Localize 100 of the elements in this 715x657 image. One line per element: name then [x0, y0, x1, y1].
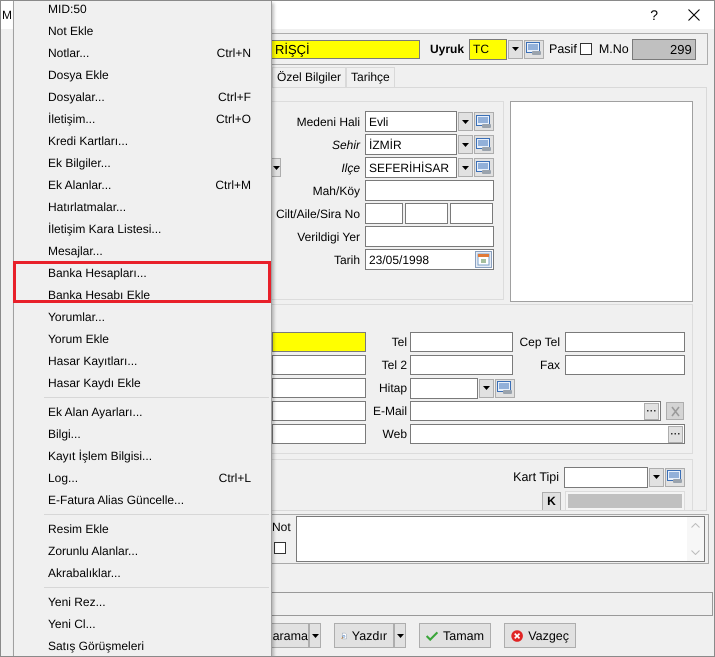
lookup-button[interactable]	[495, 378, 515, 398]
dropdown-button[interactable]	[479, 378, 494, 398]
text-field[interactable]	[365, 180, 494, 201]
menu-item[interactable]: Banka Hesabı Ekle	[14, 284, 271, 306]
text-field[interactable]	[272, 401, 366, 421]
lookup-button[interactable]	[474, 112, 494, 131]
field-label: Kart Tipi	[513, 470, 559, 484]
text-field[interactable]	[405, 203, 448, 224]
print-button[interactable]: Yazdır	[334, 623, 394, 648]
caret-icon	[312, 634, 318, 638]
menu-item[interactable]: Ek Bilgiler...	[14, 152, 271, 174]
caret-icon	[272, 166, 280, 170]
menu-item[interactable]: Yeni Rez...	[14, 591, 271, 613]
note-area[interactable]	[296, 516, 705, 562]
dropdown-button[interactable]	[508, 40, 524, 58]
menu-item[interactable]: Kayıt İşlem Bilgisi...	[14, 445, 271, 467]
calendar-icon[interactable]	[475, 251, 492, 268]
menu-item[interactable]: Hasar Kayıtları...	[14, 350, 271, 372]
date-field[interactable]: 23/05/1998	[365, 249, 494, 270]
text-field[interactable]	[272, 332, 366, 352]
lookup-button[interactable]	[474, 158, 494, 177]
menu-item[interactable]: Ek Alan Ayarları...	[14, 401, 271, 423]
menu-item[interactable]: Banka Hesapları...	[14, 262, 271, 284]
text-field[interactable]	[565, 355, 685, 375]
field-label: Pasif	[549, 42, 577, 56]
email-field[interactable]	[410, 401, 661, 421]
menu-item[interactable]: Bilgi...	[14, 423, 271, 445]
key-button[interactable]: K	[542, 492, 561, 510]
menu-item[interactable]: Yorumlar...	[14, 306, 271, 328]
menu-item[interactable]: Kredi Kartları...	[14, 130, 271, 152]
dropdown-button[interactable]	[458, 135, 473, 154]
tab[interactable]: Özel Bilgiler	[272, 67, 346, 87]
caret-icon	[396, 634, 404, 638]
field-label: Tarih	[334, 252, 360, 266]
window-title: M	[2, 8, 12, 22]
menu-item[interactable]: E-Fatura Alias Güncelle...	[14, 489, 271, 511]
text-field[interactable]	[410, 332, 513, 352]
close-icon	[670, 406, 680, 416]
field-label: Web	[382, 427, 408, 441]
menu-item[interactable]: Akrabalıklar...	[14, 562, 271, 584]
menu-item[interactable]: Zorunlu Alanlar...	[14, 540, 271, 562]
menu-item[interactable]: Not Ekle	[14, 20, 271, 42]
caret-icon	[462, 120, 469, 124]
menu-item[interactable]: Hatırlatmalar...	[14, 196, 271, 218]
name-field[interactable]: RİŞÇİ	[272, 40, 420, 58]
dropdown-button[interactable]	[394, 623, 406, 648]
text-field[interactable]	[365, 203, 403, 224]
text-field[interactable]	[272, 378, 366, 398]
text-field[interactable]	[272, 424, 366, 444]
close-icon[interactable]	[688, 9, 700, 21]
combo-field[interactable]	[410, 378, 478, 398]
checkbox[interactable]	[580, 43, 592, 55]
menu-item[interactable]: Yorum Ekle	[14, 328, 271, 350]
menu-item[interactable]: Resim Ekle	[14, 518, 271, 540]
menu-item[interactable]: Dosya Ekle	[14, 64, 271, 86]
menu-item[interactable]: MID:50	[14, 1, 271, 20]
field-label: Cep Tel	[518, 335, 561, 349]
dropdown-button[interactable]	[272, 158, 281, 177]
list-icon	[526, 42, 542, 56]
caret-icon	[483, 386, 490, 390]
web-field[interactable]	[410, 424, 685, 444]
lookup-button[interactable]	[474, 135, 494, 154]
caret-icon	[512, 47, 520, 51]
combo-field[interactable]	[564, 466, 648, 488]
text-field[interactable]	[410, 355, 513, 375]
checkbox[interactable]	[274, 542, 286, 554]
dropdown-button[interactable]	[458, 158, 473, 177]
text-field[interactable]	[365, 226, 494, 247]
menu-item[interactable]: İletişim... Ctrl+O	[14, 108, 271, 130]
combo-field[interactable]: TC	[469, 38, 508, 60]
cancel-button[interactable]: Vazgeç	[504, 623, 576, 648]
text-field[interactable]	[450, 203, 493, 224]
combo-field[interactable]: SEFERİHİSAR	[365, 157, 457, 178]
menu-item[interactable]: Ek Alanlar... Ctrl+M	[14, 174, 271, 196]
menu-item[interactable]: Yeni Cl...	[14, 613, 271, 635]
dropdown-button[interactable]	[458, 112, 473, 131]
help-button[interactable]: ?	[650, 7, 658, 23]
tab[interactable]: Tarihçe	[346, 67, 395, 87]
combo-field[interactable]: İZMİR	[365, 134, 457, 155]
dropdown-button[interactable]	[309, 623, 321, 648]
search-button[interactable]: arama	[272, 623, 309, 648]
menu-item[interactable]: Notlar... Ctrl+N	[14, 42, 271, 64]
text-field[interactable]	[272, 355, 366, 375]
browse-button[interactable]	[644, 402, 659, 420]
combo-field[interactable]: Evli	[365, 111, 457, 132]
list-icon	[476, 160, 492, 174]
menu-item[interactable]: Log... Ctrl+L	[14, 467, 271, 489]
menu-item[interactable]: İletişim Kara Listesi...	[14, 218, 271, 240]
ok-button[interactable]: Tamam	[419, 623, 491, 648]
menu-item[interactable]: Mesajlar...	[14, 240, 271, 262]
menu-item[interactable]: Hasar Kaydı Ekle	[14, 372, 271, 394]
list-icon	[476, 114, 492, 128]
browse-button[interactable]	[668, 426, 683, 442]
text-field[interactable]	[565, 332, 685, 352]
lookup-button[interactable]	[665, 468, 685, 486]
menu-item[interactable]: Dosyalar... Ctrl+F	[14, 86, 271, 108]
menu-item[interactable]: Satış Görüşmeleri	[14, 635, 271, 656]
list-icon	[667, 470, 683, 484]
lookup-button[interactable]	[524, 40, 544, 58]
dropdown-button[interactable]	[649, 468, 664, 486]
